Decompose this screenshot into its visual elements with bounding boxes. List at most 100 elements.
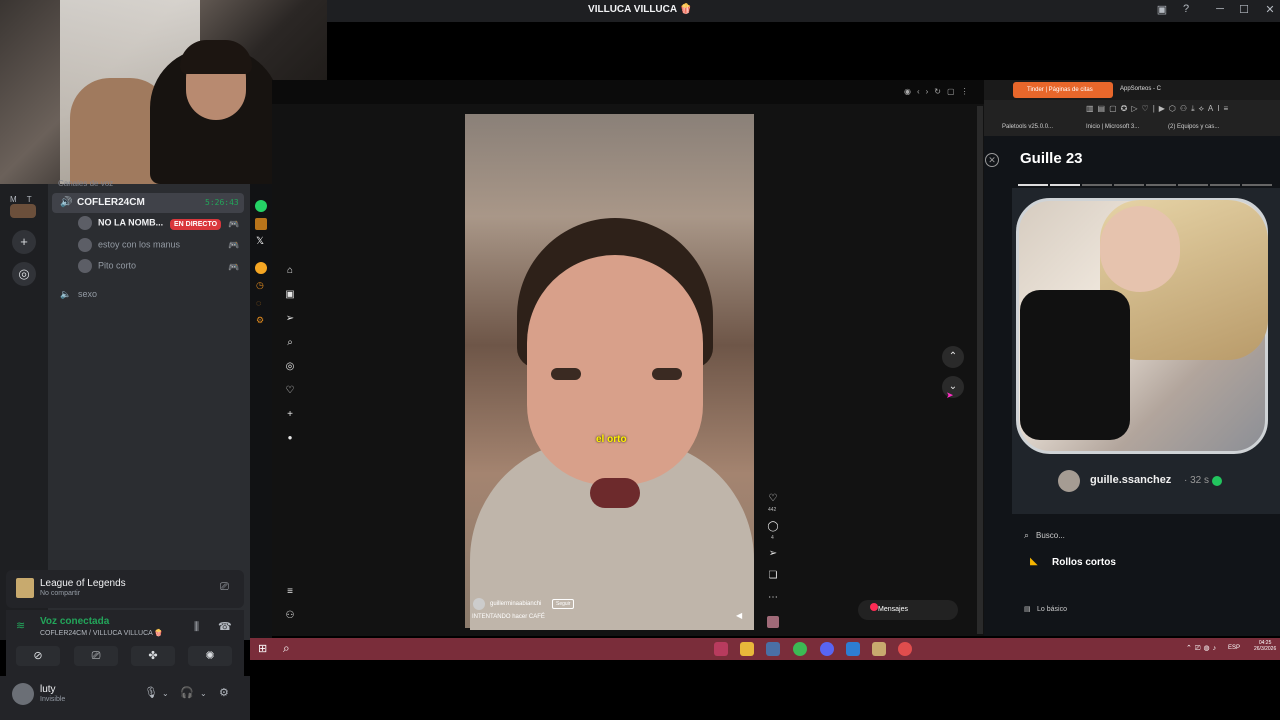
- help-icon[interactable]: ?: [1178, 3, 1194, 15]
- story-progress: [1050, 184, 1080, 186]
- messages-badge: [870, 603, 878, 611]
- history-icon[interactable]: ◷: [256, 280, 264, 291]
- screen-share-button[interactable]: ⎚: [74, 646, 118, 666]
- photo-face: [1100, 206, 1180, 292]
- sound-thumbnail[interactable]: [767, 616, 779, 628]
- headphones-icon[interactable]: 🎧: [180, 686, 194, 699]
- tray-icons[interactable]: ⌃⎚◍♪: [1186, 644, 1219, 653]
- avatar[interactable]: [12, 683, 34, 705]
- previous-video-button[interactable]: ⌃: [942, 346, 964, 368]
- avatar[interactable]: [1058, 470, 1080, 492]
- app-icon[interactable]: [255, 262, 267, 274]
- avatar: [78, 238, 92, 252]
- soundboard-button[interactable]: ✺: [188, 646, 232, 666]
- file-explorer-icon[interactable]: [740, 642, 754, 656]
- scrollbar[interactable]: [977, 106, 983, 634]
- app-icon[interactable]: [898, 642, 912, 656]
- webcam-hair: [180, 40, 252, 74]
- add-server-icon[interactable]: +: [12, 230, 36, 254]
- extension-icons[interactable]: ▥▤▢✪▷♡|▶⬡⚇⤓⟡AI≡: [1086, 104, 1232, 114]
- league-icon: [16, 578, 34, 598]
- search-icon[interactable]: ⌕: [283, 641, 290, 656]
- settings-icon[interactable]: ⚙: [256, 315, 264, 326]
- x-icon[interactable]: 𝕏: [256, 236, 264, 247]
- more-icon[interactable]: ⋯: [766, 592, 780, 603]
- send-icon[interactable]: ➢: [284, 313, 296, 324]
- cursor-icon: ➤: [946, 390, 954, 400]
- video-icon[interactable]: ▣: [284, 289, 296, 300]
- whatsapp-icon[interactable]: [255, 200, 267, 212]
- share-icon[interactable]: ➢: [766, 548, 780, 559]
- bookmark-item[interactable]: (2) Equipos y cas...: [1168, 124, 1219, 130]
- search-icon[interactable]: ⌕: [284, 337, 296, 348]
- story-progress: [1242, 184, 1272, 186]
- browser-controls[interactable]: ◉‹›↻▢⋮: [904, 87, 975, 96]
- league-icon[interactable]: [872, 642, 886, 656]
- gamepad-icon: 🎮: [228, 262, 240, 272]
- camera-off-button[interactable]: ⊘: [16, 646, 60, 666]
- plus-icon[interactable]: +: [284, 409, 296, 420]
- bookmark-icon[interactable]: ❏: [766, 570, 780, 581]
- avatar[interactable]: [473, 598, 485, 610]
- video-mouth: [590, 478, 640, 508]
- microphone-icon[interactable]: 🎙: [144, 686, 158, 699]
- story-progress: [1210, 184, 1240, 186]
- photo-shirt: [1020, 290, 1130, 440]
- member-item[interactable]: NO LA NOMB...: [78, 216, 163, 232]
- signal-icon[interactable]: ≋: [16, 619, 25, 632]
- bookmark-item[interactable]: Paletools v25.0.0...: [1002, 124, 1053, 130]
- browser-sidebar: [250, 184, 272, 640]
- discord-icon[interactable]: [820, 642, 834, 656]
- story-username[interactable]: guille.ssanchez: [1090, 474, 1171, 486]
- stream-icon[interactable]: ⎚: [220, 581, 229, 594]
- discover-icon[interactable]: ◎: [12, 262, 36, 286]
- app-icon[interactable]: [766, 642, 780, 656]
- member-item[interactable]: estoy con los manus: [78, 238, 180, 254]
- heart-icon[interactable]: ♡: [284, 385, 296, 396]
- user-name: luty: [40, 684, 56, 695]
- voice-channel-sexo[interactable]: sexo: [78, 289, 97, 299]
- gear-icon[interactable]: ⚙: [219, 686, 229, 699]
- close-icon[interactable]: ✕: [985, 153, 999, 167]
- noise-icon[interactable]: ⫼: [194, 621, 199, 634]
- story-progress: [1146, 184, 1176, 186]
- voice-channel-path[interactable]: COFLER24CM / VILLUCA VILLUCA 🍿: [40, 629, 163, 637]
- windows-start-icon[interactable]: ⊞: [258, 642, 267, 655]
- screen-icon[interactable]: ▣: [1154, 3, 1170, 16]
- chat-icon[interactable]: ◌: [256, 298, 261, 308]
- minimize-button[interactable]: ─: [1212, 3, 1228, 15]
- threads-icon[interactable]: ⚇: [284, 610, 296, 621]
- member-item[interactable]: Pito corto: [78, 259, 136, 275]
- video-username[interactable]: guillerminaabianchi: [490, 601, 541, 607]
- menu-icon[interactable]: ≡: [284, 586, 296, 597]
- activity-subtitle: No compartir: [40, 590, 81, 597]
- looking-for-label: Busco...: [1036, 531, 1065, 540]
- rollos-icon: ◣: [1030, 556, 1038, 567]
- app-icon[interactable]: [714, 642, 728, 656]
- chevron-down-icon[interactable]: ⌄: [162, 689, 169, 698]
- profile-icon[interactable]: ●: [284, 433, 296, 442]
- server-folder-label: M T: [10, 195, 36, 204]
- video-eye: [652, 368, 682, 380]
- close-button[interactable]: ✕: [1262, 3, 1278, 16]
- like-icon[interactable]: ♡: [766, 493, 780, 504]
- home-icon[interactable]: ⌂: [284, 265, 296, 276]
- profile-name: Guille 23: [1020, 150, 1083, 167]
- volume-icon[interactable]: ◀: [736, 611, 742, 620]
- chrome-icon[interactable]: [793, 642, 807, 656]
- chevron-down-icon[interactable]: ⌄: [200, 689, 207, 698]
- tab-tinder[interactable]: Tinder | Páginas de citas: [1013, 82, 1113, 98]
- comment-icon[interactable]: ◯: [766, 521, 780, 532]
- explore-icon[interactable]: ◎: [284, 361, 296, 372]
- language-indicator[interactable]: ESP: [1228, 645, 1240, 651]
- app-icon[interactable]: [846, 642, 860, 656]
- follow-button[interactable]: Seguir: [552, 599, 575, 609]
- activities-button[interactable]: ✤: [131, 646, 175, 666]
- bookmark-item[interactable]: Inicio | Microsoft 3...: [1086, 124, 1139, 130]
- tab-appsorteos[interactable]: AppSorteos - C: [1120, 86, 1161, 92]
- disconnect-icon[interactable]: ☎: [218, 620, 232, 633]
- server-avatar[interactable]: [10, 204, 36, 218]
- app-icon[interactable]: [255, 218, 267, 230]
- clock[interactable]: 04:25 26/3/2026: [1254, 640, 1276, 652]
- maximize-button[interactable]: ☐: [1236, 3, 1252, 16]
